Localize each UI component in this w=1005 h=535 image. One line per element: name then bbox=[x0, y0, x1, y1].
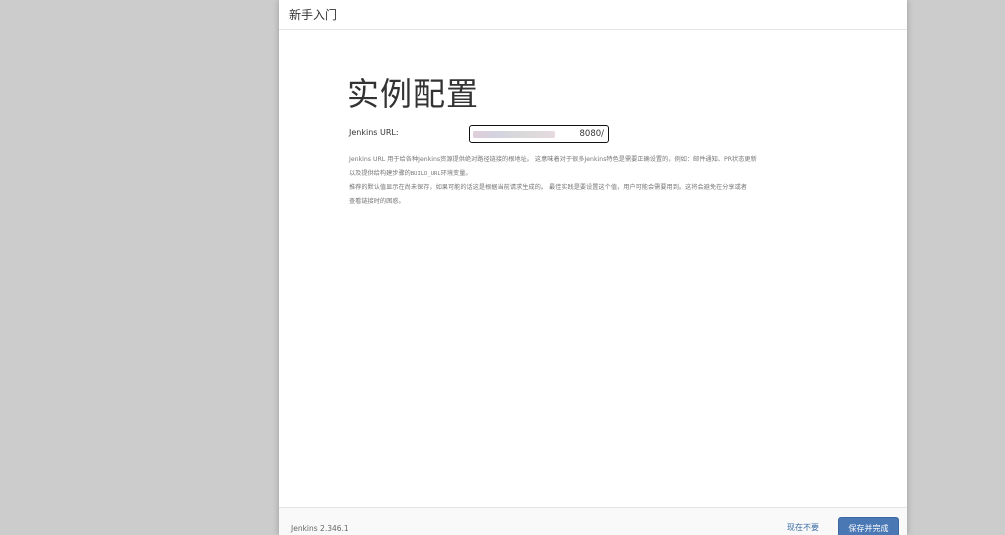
version-label: Jenkins 2.346.1 bbox=[291, 524, 349, 533]
save-and-finish-button[interactable]: 保存并完成 bbox=[838, 517, 899, 535]
dialog-footer: Jenkins 2.346.1 现在不要 保存并完成 bbox=[279, 507, 907, 535]
build-url-code: BUILD_URL bbox=[410, 170, 441, 177]
redacted-host-mask bbox=[473, 131, 555, 138]
page-title: 实例配置 bbox=[347, 75, 480, 113]
dialog-title: 新手入门 bbox=[289, 8, 338, 22]
help-text-line: 查看链接时的困惑。 bbox=[349, 197, 405, 205]
jenkins-url-row: Jenkins URL: bbox=[349, 125, 829, 143]
help-text-line: Jenkins URL 用于给各种Jenkins资源提供绝对路径链接的根地址。 … bbox=[349, 156, 757, 163]
help-text-line: 推荐的默认值显示在尚未保存，如果可能的话这是根据当前请求生成的。 最佳实践是要设… bbox=[349, 184, 747, 191]
skip-link[interactable]: 现在不要 bbox=[787, 522, 819, 533]
setup-wizard-dialog: 新手入门 实例配置 Jenkins URL: Jenkins URL 用于给各种… bbox=[279, 0, 907, 535]
dialog-header: 新手入门 bbox=[279, 0, 907, 30]
help-text-line: 以及提供给构建步骤的BUILD_URL环境变量。 bbox=[349, 169, 472, 177]
jenkins-url-label: Jenkins URL: bbox=[349, 128, 399, 137]
jenkins-url-help: Jenkins URL 用于给各种Jenkins资源提供绝对路径链接的根地址。 … bbox=[349, 153, 835, 208]
dialog-body: 实例配置 Jenkins URL: Jenkins URL 用于给各种Jenki… bbox=[279, 31, 907, 507]
